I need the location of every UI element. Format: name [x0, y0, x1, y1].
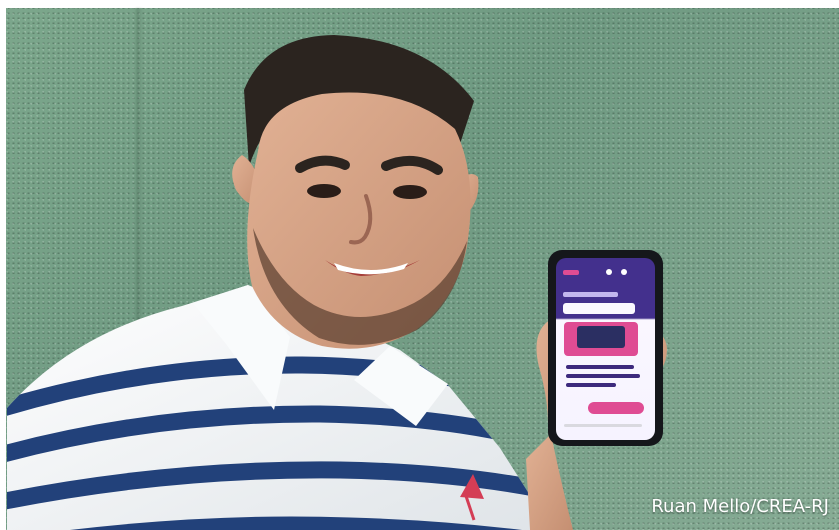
content-line [566, 383, 616, 387]
promo-image [577, 326, 625, 348]
content-line [566, 365, 634, 369]
photo-scene: Ruan Mello/CREA-RJ [0, 0, 839, 530]
eye-left [307, 184, 341, 198]
photo-credit: Ruan Mello/CREA-RJ [651, 496, 829, 517]
bottom-nav [564, 424, 642, 427]
forearm [526, 434, 573, 530]
search-field [563, 303, 635, 314]
person-holding-phone [7, 35, 667, 530]
app-header-line [563, 292, 618, 297]
app-menu-icon [563, 270, 579, 275]
content-line [566, 374, 640, 378]
action-button [588, 402, 644, 414]
phone [548, 250, 663, 446]
eye-right [393, 185, 427, 199]
notification-icon [606, 269, 612, 275]
profile-icon [621, 269, 627, 275]
head [232, 35, 479, 349]
